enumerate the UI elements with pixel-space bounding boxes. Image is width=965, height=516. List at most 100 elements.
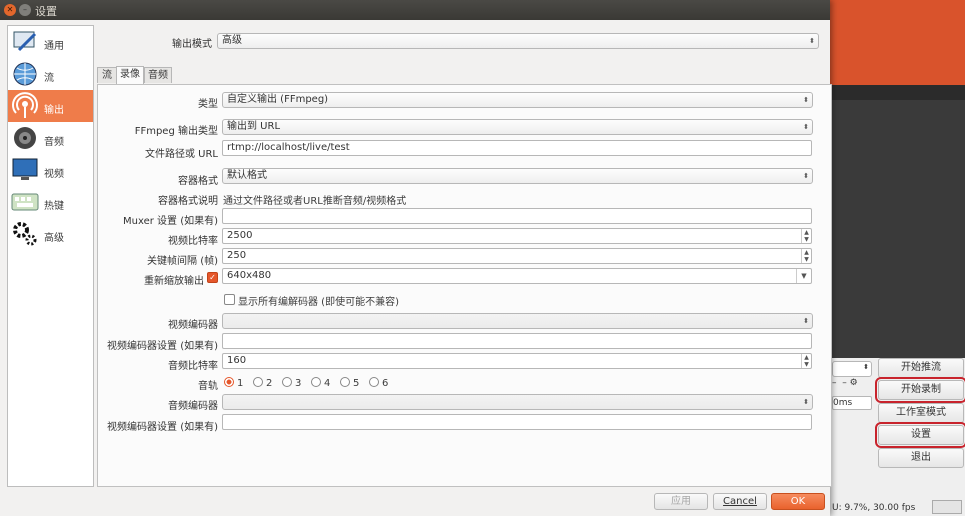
type-value: 自定义输出 (FFmpeg) xyxy=(227,94,329,105)
ffmpeg-output-type-value: 输出到 URL xyxy=(227,121,281,132)
chevron-updown-icon: ⬍ xyxy=(803,96,809,104)
sidebar-item-hotkeys[interactable]: 热键 xyxy=(8,186,93,218)
sidebar-item-video[interactable]: 视频 xyxy=(8,154,93,186)
display-icon xyxy=(12,158,38,180)
container-desc-label: 容器格式说明 xyxy=(158,196,218,207)
sidebar-item-label: 音频 xyxy=(44,137,64,148)
radio-label: 3 xyxy=(295,378,302,389)
chevron-updown-icon: ⬍ xyxy=(803,172,809,180)
video-bitrate-value: 2500 xyxy=(227,230,253,241)
chevron-updown-icon: ⬍ xyxy=(803,123,809,131)
rescale-output-label: 重新缩放输出 xyxy=(144,276,204,287)
spin-arrows-icon[interactable]: ▲ ▼ xyxy=(801,249,811,263)
radio-label: 2 xyxy=(266,378,273,389)
sidebar-item-advanced[interactable]: 高级 xyxy=(8,218,93,250)
apply-button[interactable]: 应用 xyxy=(654,493,708,510)
radio-dot xyxy=(224,377,234,387)
sidebar-item-general[interactable]: 通用 xyxy=(8,26,93,58)
preview-area xyxy=(830,100,965,358)
ffmpeg-output-type-select[interactable]: 输出到 URL ⬍ xyxy=(222,119,813,135)
container-format-value: 默认格式 xyxy=(227,170,267,181)
tab-audio[interactable]: 音频 xyxy=(144,67,172,83)
tab-stream[interactable]: 流 xyxy=(97,67,117,83)
tab-recording[interactable]: 录像 xyxy=(116,66,144,84)
keyframe-interval-label: 关键帧间隔 (帧) xyxy=(147,256,218,267)
video-bitrate-input[interactable]: 2500 ▲ ▼ xyxy=(222,228,812,244)
chevron-updown-icon: ⬍ xyxy=(803,398,809,406)
radio-dot xyxy=(282,377,292,387)
container-format-label: 容器格式 xyxy=(178,176,218,187)
audio-track-radio-2[interactable]: 2 xyxy=(253,377,272,389)
audio-encoder-settings-input[interactable] xyxy=(222,414,812,430)
radio-dot xyxy=(311,377,321,387)
exit-button[interactable]: 退出 xyxy=(878,448,964,468)
audio-track-radio-3[interactable]: 3 xyxy=(282,377,301,389)
chevron-updown-icon: ⬍ xyxy=(803,317,809,325)
minimize-icon[interactable]: – xyxy=(19,4,31,16)
type-select[interactable]: 自定义输出 (FFmpeg) ⬍ xyxy=(222,92,813,108)
sidebar-item-stream[interactable]: 流 xyxy=(8,58,93,90)
monitor-pen-icon xyxy=(13,31,37,52)
delay-text: 0ms xyxy=(833,398,853,408)
audio-encoder-settings-label: 视频编码器设置 (如果有) xyxy=(107,422,218,433)
close-icon[interactable]: ✕ xyxy=(4,4,16,16)
sidebar-item-label: 视频 xyxy=(44,169,64,180)
type-label: 类型 xyxy=(198,99,218,110)
ok-button[interactable]: OK xyxy=(771,493,825,510)
spin-arrows-icon[interactable]: ▲ ▼ xyxy=(801,354,811,368)
video-encoder-select[interactable]: ⬍ xyxy=(222,313,813,329)
radio-dot xyxy=(253,377,263,387)
audio-track-radio-1[interactable]: 1 xyxy=(224,377,243,389)
radio-dot xyxy=(340,377,350,387)
keyframe-interval-input[interactable]: 250 ▲ ▼ xyxy=(222,248,812,264)
sidebar-item-label: 输出 xyxy=(44,105,64,116)
output-mode-select[interactable]: 高级 ⬍ xyxy=(217,33,819,49)
sidebar-item-label: 高级 xyxy=(44,233,64,244)
start-record-button[interactable]: 开始录制 xyxy=(875,377,965,403)
settings-button[interactable]: 设置 xyxy=(875,422,965,448)
sidebar-item-label: 通用 xyxy=(44,41,64,52)
chevron-down-icon[interactable]: ▼ xyxy=(796,269,811,283)
window-title: 设置 xyxy=(35,5,57,18)
audio-track-radio-6[interactable]: 6 xyxy=(369,377,388,389)
scene-combo[interactable]: ⬍ xyxy=(832,361,872,377)
keyboard-icon xyxy=(11,193,39,211)
rescale-output-combo[interactable]: 640x480 ▼ xyxy=(222,268,812,284)
audio-bitrate-label: 音频比特率 xyxy=(168,361,218,372)
container-desc-text: 通过文件路径或者URL推断音频/视频格式 xyxy=(223,196,407,207)
show-all-codecs-checkbox[interactable] xyxy=(224,294,235,305)
file-path-url-label: 文件路径或 URL xyxy=(144,149,218,160)
audio-track-radio-4[interactable]: 4 xyxy=(311,377,330,389)
status-bar-text: U: 9.7%, 30.00 fps xyxy=(832,503,916,513)
video-encoder-settings-input[interactable] xyxy=(222,333,812,349)
audio-bitrate-input[interactable]: 160 ▲ ▼ xyxy=(222,353,812,369)
sidebar-item-output[interactable]: 输出 xyxy=(8,90,93,122)
start-stream-button[interactable]: 开始推流 xyxy=(878,358,964,378)
audio-track-radio-5[interactable]: 5 xyxy=(340,377,359,389)
muxer-settings-input[interactable] xyxy=(222,208,812,224)
title-bar: ✕ – 设置 xyxy=(0,0,830,20)
output-mode-value: 高级 xyxy=(222,35,242,46)
delay-field[interactable]: 0ms xyxy=(832,396,872,410)
audio-encoder-select[interactable]: ⬍ xyxy=(222,394,813,410)
rescale-output-value: 640x480 xyxy=(227,270,272,281)
settings-dialog: ✕ – 设置 通用 流 输出 音频 视频 热键 高级 输出模式 高级 ⬍ 流 录… xyxy=(0,0,832,516)
rescale-output-checkbox[interactable]: ✓ xyxy=(207,272,218,283)
radio-label: 6 xyxy=(382,378,389,389)
chevron-updown-icon: ⬍ xyxy=(809,37,815,45)
mixer-controls[interactable]: – – ⚙ xyxy=(832,378,858,388)
radio-label: 4 xyxy=(324,378,331,389)
radio-label: 1 xyxy=(237,378,244,389)
cancel-button[interactable]: Cancel xyxy=(713,493,767,510)
show-all-codecs-label: 显示所有编解码器 (即使可能不兼容) xyxy=(238,297,399,308)
studio-mode-button[interactable]: 工作室模式 xyxy=(878,403,964,423)
sidebar-item-audio[interactable]: 音频 xyxy=(8,122,93,154)
globe-icon xyxy=(13,62,37,86)
container-format-select[interactable]: 默认格式 ⬍ xyxy=(222,168,813,184)
gear-icon[interactable]: ⚙ xyxy=(850,378,858,388)
file-path-url-input[interactable]: rtmp://localhost/live/test xyxy=(222,140,812,156)
spin-arrows-icon[interactable]: ▲ ▼ xyxy=(801,229,811,243)
radio-label: 5 xyxy=(353,378,360,389)
radio-dot xyxy=(369,377,379,387)
video-bitrate-label: 视频比特率 xyxy=(168,236,218,247)
